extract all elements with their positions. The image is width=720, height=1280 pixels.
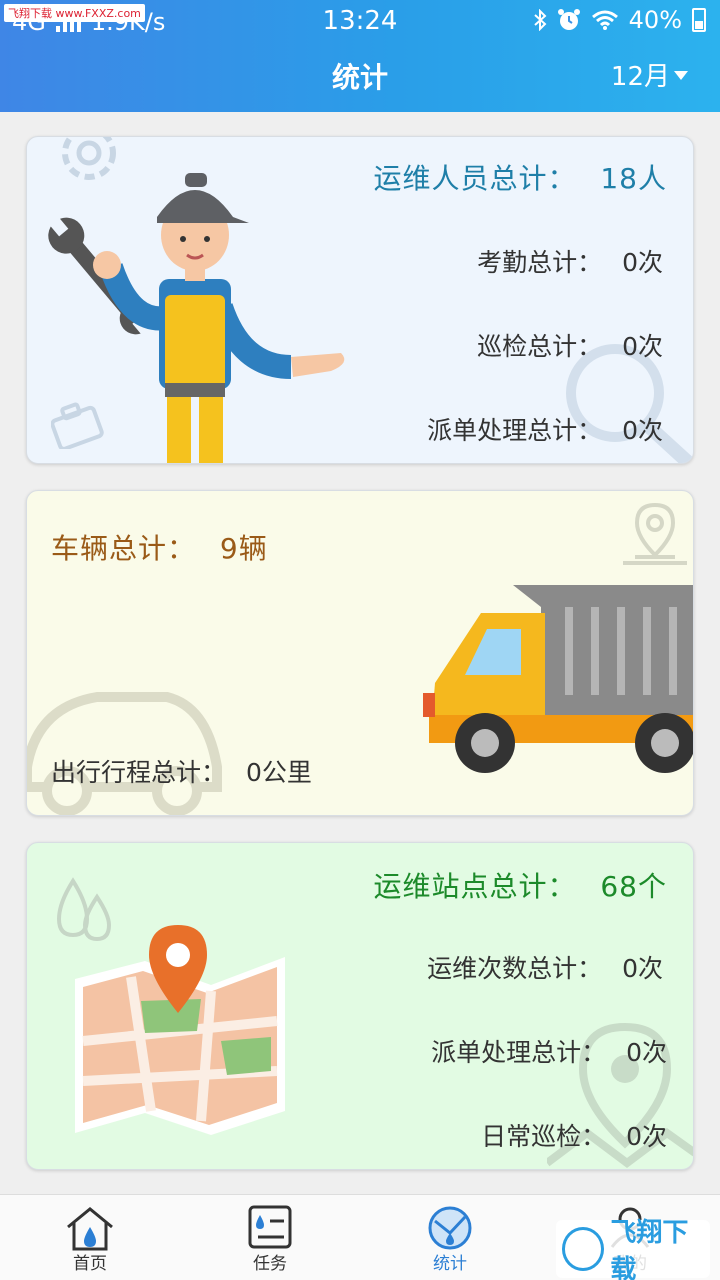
site-stats-card[interactable]: 运维站点总计： 68个 运维次数总计： 0次 派单处理总计： 0次 日常巡检： 0次 xyxy=(26,842,694,1170)
dispatch-total: 派单处理总计： 0次 xyxy=(427,411,663,447)
nav-label-stats: 统计 xyxy=(433,1254,467,1274)
dispatch-label: 派单处理总计： xyxy=(427,416,603,445)
chevron-down-icon xyxy=(674,71,688,80)
daily-inspection-total: 日常巡检： 0次 xyxy=(481,1117,667,1153)
nav-label-home: 首页 xyxy=(73,1254,107,1274)
vehicle-stats-card[interactable]: 车辆总计： 9辆 出行行程总计： 0公里 xyxy=(26,490,694,816)
maintenance-count-label: 运维次数总计： xyxy=(427,954,603,983)
site-dispatch-label: 派单处理总计： xyxy=(431,1038,607,1067)
home-icon xyxy=(67,1207,113,1251)
wifi-icon xyxy=(591,10,618,30)
brand-logo-icon xyxy=(562,1227,605,1271)
attendance-label: 考勤总计： xyxy=(477,248,603,277)
attendance-value: 0次 xyxy=(622,248,663,277)
vehicle-total: 车辆总计： 9辆 xyxy=(51,527,268,567)
staff-total: 运维人员总计： 18人 xyxy=(373,157,667,197)
battery-percent: 40% xyxy=(628,6,682,34)
maintenance-count-total: 运维次数总计： 0次 xyxy=(427,949,663,985)
status-right: 40% xyxy=(533,6,706,34)
location-pin-bg-icon xyxy=(623,502,687,565)
daily-inspection-label: 日常巡检： xyxy=(481,1122,607,1151)
site-total-label: 运维站点总计： xyxy=(373,870,577,903)
task-icon xyxy=(248,1205,292,1249)
trip-value: 0公里 xyxy=(246,758,312,787)
vehicle-total-value: 9辆 xyxy=(219,532,268,565)
site-dispatch-total: 派单处理总计： 0次 xyxy=(431,1033,667,1069)
nav-item-home[interactable]: 首页 xyxy=(0,1195,180,1280)
maintenance-count-value: 0次 xyxy=(622,954,663,983)
month-dropdown[interactable]: 12月 xyxy=(611,56,688,93)
site-dispatch-value: 0次 xyxy=(626,1038,667,1067)
truck-illustration xyxy=(423,585,693,773)
alarm-icon xyxy=(557,9,580,30)
worker-illustration xyxy=(47,173,345,463)
site-total-value: 68个 xyxy=(600,870,667,903)
nav-label-tasks: 任务 xyxy=(253,1254,287,1274)
daily-inspection-value: 0次 xyxy=(626,1122,667,1151)
inspection-value: 0次 xyxy=(622,332,663,361)
inspection-total: 巡检总计： 0次 xyxy=(477,327,663,363)
brand-watermark: 飞翔下载 xyxy=(556,1218,710,1280)
map-illustration xyxy=(75,925,285,1135)
site-total: 运维站点总计： 68个 xyxy=(373,865,667,905)
staff-total-label: 运维人员总计： xyxy=(373,162,577,195)
trip-total: 出行行程总计： 0公里 xyxy=(51,753,312,789)
bluetooth-icon xyxy=(533,9,547,31)
month-label: 12月 xyxy=(610,62,670,92)
battery-icon xyxy=(692,8,706,32)
brand-text: 飞翔下载 xyxy=(610,1218,689,1280)
status-bar: 4G 1.9K/s 飞翔下载 www.FXXZ.com 13:24 40% xyxy=(0,0,720,42)
car-bg-icon xyxy=(27,692,222,815)
inspection-label: 巡检总计： xyxy=(477,332,603,361)
nav-item-stats[interactable]: 统计 xyxy=(360,1195,540,1280)
staff-total-value: 18人 xyxy=(600,162,667,195)
attendance-total: 考勤总计： 0次 xyxy=(477,243,663,279)
dispatch-value: 0次 xyxy=(622,416,663,445)
trip-label: 出行行程总计： xyxy=(51,758,227,787)
stats-icon xyxy=(428,1206,472,1250)
staff-stats-card[interactable]: 运维人员总计： 18人 考勤总计： 0次 巡检总计： 0次 派单处理总计： 0次 xyxy=(26,136,694,464)
nav-item-tasks[interactable]: 任务 xyxy=(180,1195,360,1280)
app-header: 4G 1.9K/s 飞翔下载 www.FXXZ.com 13:24 40% 统计… xyxy=(0,0,720,112)
vehicle-total-label: 车辆总计： xyxy=(51,532,197,565)
